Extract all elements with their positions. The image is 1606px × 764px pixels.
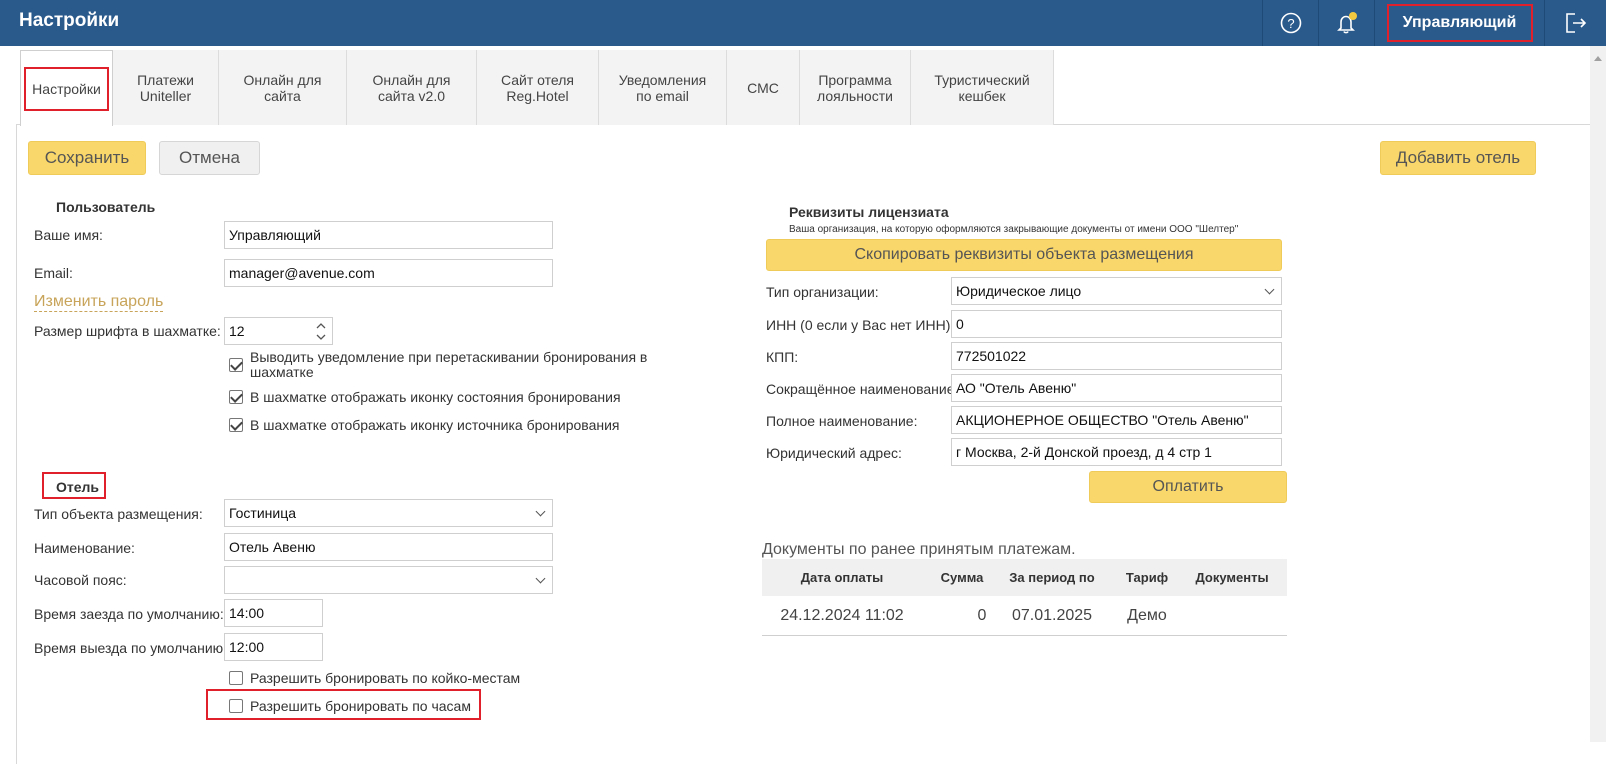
tab-uniteller[interactable]: Платежи Uniteller (113, 50, 219, 125)
tab-reg-hotel[interactable]: Сайт отеля Reg.Hotel (477, 50, 599, 125)
column-header: Сумма (940, 570, 984, 585)
checkout-input[interactable]: 12:00 (224, 633, 323, 661)
tab-email-notifications[interactable]: Уведомления по email (599, 50, 727, 125)
column-header: Тариф (1125, 570, 1169, 585)
change-password-link[interactable]: Изменить пароль (34, 293, 164, 312)
licensee-note: Ваша организация, на которую оформляются… (789, 224, 1239, 235)
hotel-section-title: Отель (56, 479, 100, 495)
user-section-title: Пользователь (56, 199, 156, 215)
help-button[interactable]: ? (1262, 0, 1318, 46)
pay-button[interactable]: Оплатить (1089, 471, 1287, 503)
hourly-booking-label: Разрешить бронировать по часам (250, 698, 471, 714)
payment-tariff: Демо (1127, 607, 1167, 624)
org-type-select[interactable]: Юридическое лицо (951, 277, 1282, 305)
settings-panel (16, 124, 1590, 764)
tab-online-site-v2[interactable]: Онлайн для сайта v2.0 (347, 50, 477, 125)
vertical-scrollbar[interactable] (1590, 46, 1606, 742)
tab-sms[interactable]: СМС (727, 50, 800, 125)
chevron-down-icon (1264, 284, 1275, 295)
source-icon-label: В шахматке отображать иконку источника б… (250, 417, 620, 433)
short-name-input[interactable]: АО "Отель Авеню" (951, 374, 1282, 402)
timezone-select[interactable] (224, 566, 553, 594)
top-bar: Настройки ? Управляющий (0, 0, 1606, 46)
address-label: Юридический адрес: (766, 445, 902, 461)
tab-tourist-cashback[interactable]: Туристический кешбек (911, 50, 1054, 125)
logout-icon (1565, 13, 1586, 33)
bed-booking-checkbox[interactable] (229, 671, 243, 685)
notifications-button[interactable] (1318, 0, 1374, 46)
table-divider (762, 635, 1287, 636)
inn-input[interactable]: 0 (951, 310, 1282, 338)
inn-label: ИНН (0 если у Вас нет ИНН): (766, 317, 955, 333)
name-label: Ваше имя: (34, 227, 103, 243)
tab-settings[interactable]: Настройки (20, 50, 113, 126)
org-type-value: Юридическое лицо (956, 283, 1082, 299)
kpp-label: КПП: (766, 349, 799, 365)
column-header: Документы (1195, 570, 1269, 585)
font-size-value: 12 (229, 323, 245, 339)
payment-period: 07.01.2025 (1011, 607, 1093, 624)
help-icon: ? (1280, 12, 1301, 34)
checkout-label: Время выезда по умолчанию: (34, 640, 228, 656)
chevron-down-icon[interactable] (316, 332, 326, 342)
save-button[interactable]: Сохранить (28, 141, 146, 175)
short-name-label: Сокращённое наименование: (766, 381, 959, 397)
logout-button[interactable] (1544, 0, 1606, 46)
timezone-label: Часовой пояс: (34, 572, 127, 588)
property-type-select[interactable]: Гостиница (224, 499, 553, 527)
checkin-input[interactable]: 14:00 (224, 599, 323, 627)
tab-label: Настройки (24, 66, 109, 111)
chevron-up-icon[interactable] (316, 321, 326, 331)
user-menu[interactable]: Управляющий (1374, 0, 1544, 46)
address-input[interactable]: г Москва, 2-й Донской проезд, д 4 стр 1 (951, 438, 1282, 466)
full-name-input[interactable]: АКЦИОНЕРНОЕ ОБЩЕСТВО "Отель Авеню" (951, 406, 1282, 434)
tab-loyalty[interactable]: Программа лояльности (800, 50, 911, 125)
font-size-stepper[interactable]: 12 (224, 317, 333, 345)
bell-icon (1336, 12, 1357, 34)
status-icon-checkbox[interactable] (229, 390, 243, 404)
add-hotel-button[interactable]: Добавить отель (1380, 141, 1536, 175)
source-icon-checkbox[interactable] (229, 418, 243, 432)
hourly-booking-checkbox[interactable] (229, 699, 243, 713)
property-type-value: Гостиница (229, 505, 297, 521)
documents-title: Документы по ранее принятым платежам. (762, 541, 1076, 558)
chevron-down-icon (535, 506, 546, 517)
column-header: Дата оплаты (800, 570, 884, 585)
payment-documents (1187, 599, 1277, 633)
user-name[interactable]: Управляющий (1386, 4, 1533, 42)
status-icon-label: В шахматке отображать иконку состояния б… (250, 389, 621, 405)
copy-details-button[interactable]: Скопировать реквизиты объекта размещения (766, 239, 1282, 271)
tab-online-site[interactable]: Онлайн для сайта (219, 50, 347, 125)
column-header: За период по (1009, 570, 1095, 585)
font-size-label: Размер шрифта в шахматке: (34, 323, 221, 339)
org-type-label: Тип организации: (766, 284, 879, 300)
full-name-label: Полное наименование: (766, 413, 918, 429)
property-type-label: Тип объекта размещения: (34, 506, 203, 522)
drag-notification-checkbox[interactable] (229, 358, 243, 372)
hotel-name-input[interactable]: Отель Авеню (224, 533, 553, 561)
chevron-down-icon (535, 573, 546, 584)
cancel-button[interactable]: Отмена (159, 141, 260, 175)
licensee-section-title: Реквизиты лицензиата (789, 204, 949, 220)
payment-date: 24.12.2024 11:02 (780, 607, 904, 624)
drag-notification-label: Выводить уведомление при перетаскивании … (250, 349, 648, 380)
page-title: Настройки (19, 10, 120, 31)
bed-booking-label: Разрешить бронировать по койко-местам (250, 670, 521, 686)
svg-text:?: ? (1287, 16, 1294, 31)
scroll-up-icon[interactable] (1594, 56, 1602, 61)
hotel-name-label: Наименование: (34, 540, 135, 556)
checkin-label: Время заезда по умолчанию: (34, 606, 224, 622)
name-input[interactable]: Управляющий (224, 221, 553, 249)
kpp-input[interactable]: 772501022 (951, 342, 1282, 370)
email-input[interactable]: manager@avenue.com (224, 259, 553, 287)
email-label: Email: (34, 265, 73, 281)
tab-bar: Настройки Платежи Uniteller Онлайн для с… (20, 50, 1054, 126)
table-header: Дата оплаты Сумма За период по Тариф Док… (762, 559, 1287, 596)
